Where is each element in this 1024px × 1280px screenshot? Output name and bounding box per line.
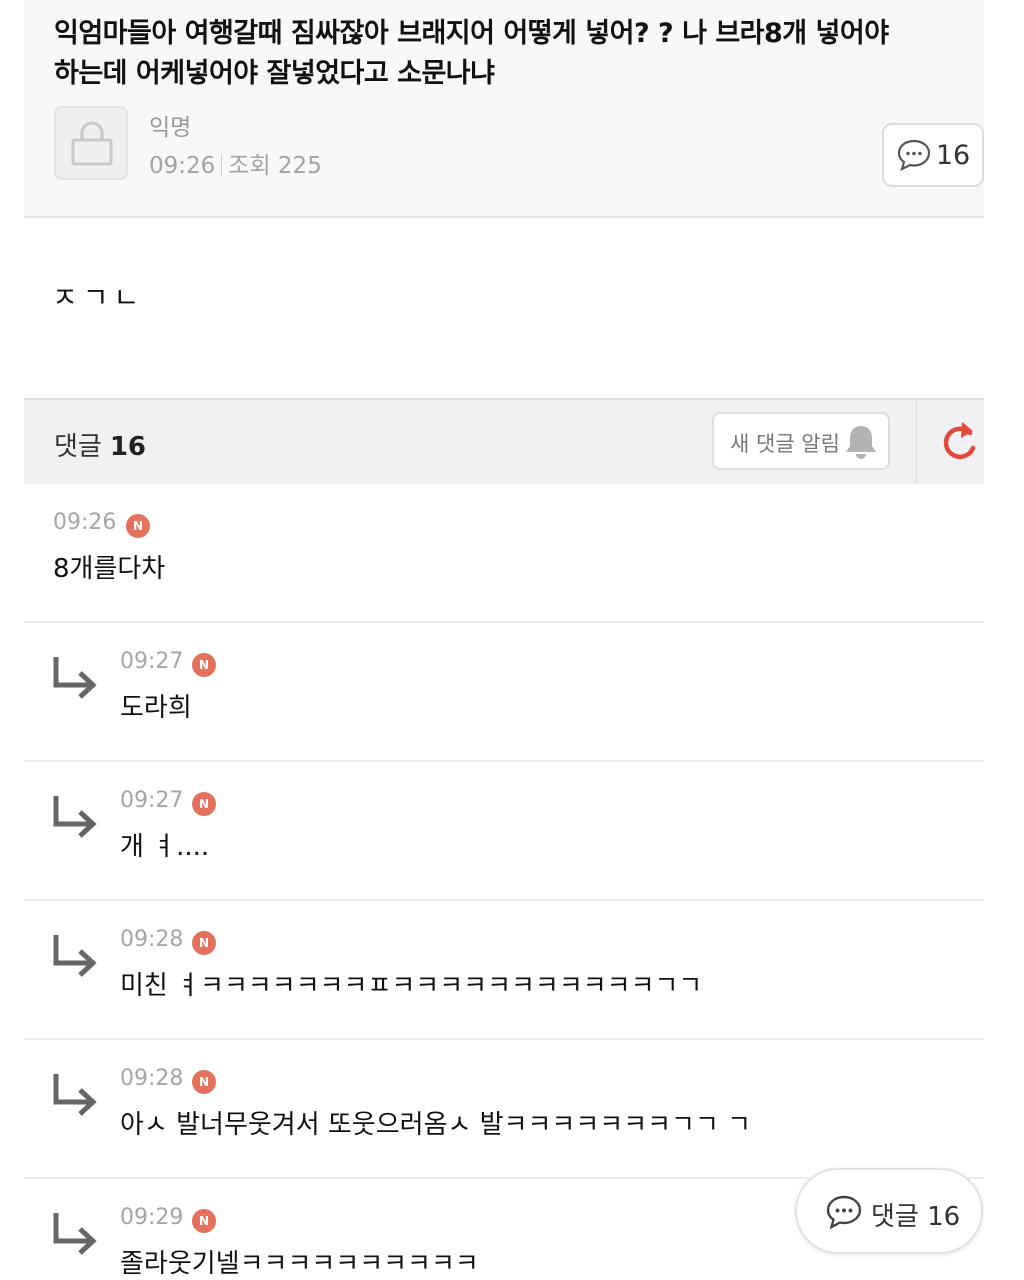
comment-time: 09:28 xyxy=(120,1066,184,1091)
comments-title-label: 댓글 xyxy=(54,432,102,462)
post-views: 조회 225 xyxy=(228,153,322,179)
comment-count-button[interactable]: 16 xyxy=(882,123,984,187)
reply-arrow-icon xyxy=(53,657,97,699)
floating-comments-button[interactable]: 댓글 16 xyxy=(795,1168,983,1254)
reply-arrow-icon xyxy=(53,935,97,977)
post-time: 09:26 xyxy=(149,153,216,179)
reply-arrow-icon xyxy=(53,1213,97,1255)
new-badge: N xyxy=(192,653,216,677)
floating-comments-label: 댓글 16 xyxy=(871,1202,961,1232)
meta-divider xyxy=(221,154,223,176)
comment-reply-item: 09:27 N 도라희 xyxy=(24,623,984,762)
comment-bubble-icon xyxy=(826,1195,862,1230)
comment-time: 09:27 xyxy=(120,788,184,813)
reply-arrow-icon xyxy=(53,796,97,838)
comment-time: 09:29 xyxy=(120,1205,184,1230)
comment-time: 09:27 xyxy=(120,649,184,674)
new-badge: N xyxy=(126,514,150,538)
comment-text: 아ㅅ 발너무웃겨서 또웃으러옴ㅅ 발ㅋㅋㅋㅋㅋㅋㅋㄱㄱ ㄱ xyxy=(120,1110,752,1140)
comment-count: 16 xyxy=(935,139,971,171)
app-frame: 익엄마들아 여행갈때 짐싸잖아 브래지어 어떻게 넣어? ? 나 브라8개 넣어… xyxy=(24,0,984,1280)
new-comment-notify-button[interactable]: 새 댓글 알림 xyxy=(712,412,890,470)
bell-icon xyxy=(846,426,876,459)
reply-arrow-icon xyxy=(53,1074,97,1116)
comment-text: 8개를다차 xyxy=(53,554,166,584)
comment-item: 09:26 N 8개를다차 xyxy=(24,484,984,623)
comments-header: 댓글 16 새 댓글 알림 xyxy=(24,398,984,487)
comment-text: 개 ㅕ.... xyxy=(120,832,210,862)
post-title: 익엄마들아 여행갈때 짐싸잖아 브래지어 어떻게 넣어? ? 나 브라8개 넣어… xyxy=(54,18,889,89)
comments-title: 댓글 16 xyxy=(54,426,146,463)
author-name: 익명 xyxy=(149,115,192,141)
comment-text: 졸라웃기넬ㅋㅋㅋㅋㅋㅋㅋㅋㅋㅋ xyxy=(120,1249,479,1279)
comment-reply-item: 09:27 N 개 ㅕ.... xyxy=(24,762,984,901)
comment-text: 미친 ㅕㅋㅋㅋㅋㅋㅋㅋㅍㅋㅋㅋㅋㅋㅋㅋㅋㅋㅋㅋㄱㄱ xyxy=(120,971,703,1001)
post-header: 익엄마들아 여행갈때 짐싸잖아 브래지어 어떻게 넣어? ? 나 브라8개 넣어… xyxy=(24,0,984,218)
comment-reply-item: 09:28 N 미친 ㅕㅋㅋㅋㅋㅋㅋㅋㅍㅋㅋㅋㅋㅋㅋㅋㅋㅋㅋㅋㄱㄱ xyxy=(24,901,984,1040)
author-avatar xyxy=(54,106,128,180)
refresh-icon[interactable] xyxy=(940,418,980,466)
bar-divider xyxy=(916,400,917,486)
post-body-text: ㅈㄱㄴ xyxy=(52,281,145,314)
new-badge: N xyxy=(192,792,216,816)
notify-label: 새 댓글 알림 xyxy=(730,432,840,456)
comments-title-count: 16 xyxy=(109,432,147,462)
comment-time: 09:26 xyxy=(53,510,117,535)
new-badge: N xyxy=(192,1070,216,1094)
new-badge: N xyxy=(192,1209,216,1233)
comment-bubble-icon xyxy=(897,139,930,172)
lock-icon xyxy=(71,121,113,166)
new-badge: N xyxy=(192,931,216,955)
comment-text: 도라희 xyxy=(120,693,192,723)
comment-time: 09:28 xyxy=(120,927,184,952)
comment-reply-item: 09:28 N 아ㅅ 발너무웃겨서 또웃으러옴ㅅ 발ㅋㅋㅋㅋㅋㅋㅋㄱㄱ ㄱ xyxy=(24,1040,984,1179)
post-meta: 09:26 조회 225 xyxy=(149,146,322,180)
post-body: ㅈㄱㄴ xyxy=(24,218,984,398)
